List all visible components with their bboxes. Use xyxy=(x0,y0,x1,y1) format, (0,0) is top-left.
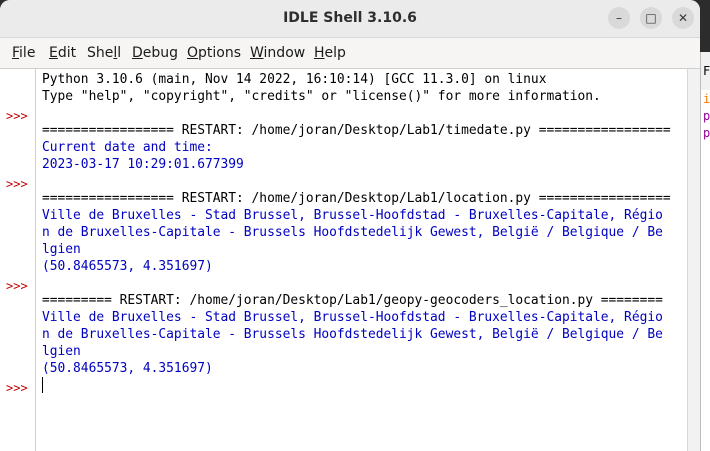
shell-line: ========= RESTART: /home/joran/Desktop/L… xyxy=(42,293,663,308)
menu-window[interactable]: Window xyxy=(250,45,305,61)
prompt-marker: >>> xyxy=(6,177,28,191)
menu-options[interactable]: Options xyxy=(187,45,241,61)
output-line: lgien xyxy=(42,344,81,359)
output-line: (50.8465573, 4.351697) xyxy=(42,361,213,376)
background-editor-window[interactable]: F i p p xyxy=(700,52,710,451)
prompt-gutter: >>> >>> >>> >>> xyxy=(0,69,36,451)
shell-line: ================= RESTART: /home/joran/D… xyxy=(42,191,671,206)
window-title: IDLE Shell 3.10.6 xyxy=(283,10,417,26)
title-bar[interactable]: IDLE Shell 3.10.6 – □ ✕ xyxy=(0,0,700,38)
menu-help[interactable]: Help xyxy=(314,45,346,61)
prompt-marker: >>> xyxy=(6,109,28,123)
prompt-marker: >>> xyxy=(6,279,28,293)
close-button[interactable]: ✕ xyxy=(672,7,694,29)
output-line: n de Bruxelles-Capitale - Brussels Hoofd… xyxy=(42,225,663,240)
output-line: n de Bruxelles-Capitale - Brussels Hoofd… xyxy=(42,327,663,342)
output-line: Current date and time: xyxy=(42,140,213,155)
shell-line: Python 3.10.6 (main, Nov 14 2022, 16:10:… xyxy=(42,72,547,87)
text-cursor xyxy=(42,377,43,393)
menu-shell[interactable]: Shell xyxy=(87,45,121,61)
menu-debug[interactable]: Debug xyxy=(132,45,178,61)
idle-shell-window: IDLE Shell 3.10.6 – □ ✕ File Edit Shell … xyxy=(0,0,700,451)
maximize-button[interactable]: □ xyxy=(640,7,662,29)
output-line: Ville de Bruxelles - Stad Brussel, Bruss… xyxy=(42,310,663,325)
output-line: lgien xyxy=(42,242,81,257)
output-line: 2023-03-17 10:29:01.677399 xyxy=(42,157,244,172)
background-code-char: p xyxy=(703,109,710,123)
background-code-char: p xyxy=(703,126,710,140)
background-code-char: i xyxy=(703,92,710,106)
output-line: (50.8465573, 4.351697) xyxy=(42,259,213,274)
prompt-marker: >>> xyxy=(6,381,28,395)
background-menu-char: F xyxy=(703,64,710,78)
menu-bar: File Edit Shell Debug Options Window Hel… xyxy=(0,38,700,69)
output-line: Ville de Bruxelles - Stad Brussel, Bruss… xyxy=(42,208,663,223)
shell-text-area[interactable]: Python 3.10.6 (main, Nov 14 2022, 16:10:… xyxy=(36,69,687,451)
vertical-scrollbar[interactable] xyxy=(687,69,700,451)
menu-edit[interactable]: Edit xyxy=(49,45,76,61)
menu-file[interactable]: File xyxy=(12,45,35,61)
shell-line: Type "help", "copyright", "credits" or "… xyxy=(42,89,601,104)
minimize-button[interactable]: – xyxy=(608,7,630,29)
shell-line: ================= RESTART: /home/joran/D… xyxy=(42,123,671,138)
